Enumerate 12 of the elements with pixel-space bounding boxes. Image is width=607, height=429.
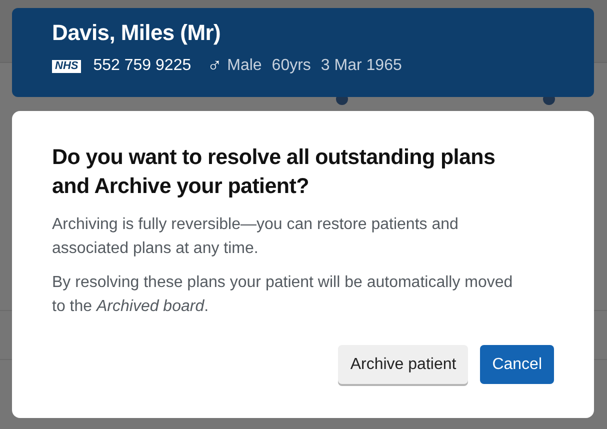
patient-dob: 3 Mar 1965 (320, 57, 402, 75)
patient-sex: Male (227, 57, 262, 75)
cancel-button[interactable]: Cancel (480, 345, 554, 384)
archive-button[interactable]: Archive patient (338, 345, 468, 384)
dialog-title: Do you want to resolve all outstanding plans and Archive your patient? (52, 144, 496, 200)
dialog-text: Archiving is fully reversible—you can restore patients and associated plans at any time. (52, 215, 460, 259)
nhs-number: 552 759 9225 (93, 57, 192, 75)
patient-age: 60yrs (272, 57, 311, 75)
dialog-text: By resolving these plans your patient will be automatically moved to the Archived board. (52, 273, 514, 317)
male-symbol: ♂ (207, 56, 222, 76)
nhs-logo: NHS (52, 60, 82, 72)
patient-name: Davis, Miles (Mr) (52, 20, 222, 46)
